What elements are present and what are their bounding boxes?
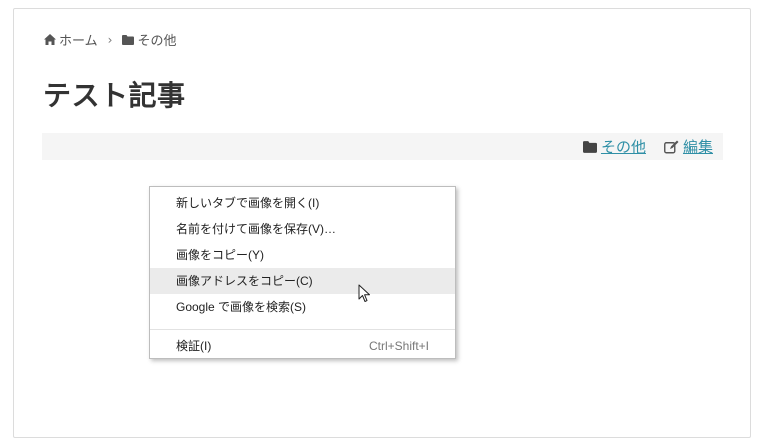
breadcrumb-separator: › xyxy=(107,32,113,47)
folder-icon xyxy=(582,140,597,153)
menu-item-label: 検証(I) xyxy=(176,339,212,353)
menu-copy-image[interactable]: 画像をコピー(Y) xyxy=(150,242,455,268)
page-title: テスト記事 xyxy=(43,79,186,112)
breadcrumb-home[interactable]: ホーム xyxy=(44,30,98,49)
menu-copy-image-address[interactable]: 画像アドレスをコピー(C) xyxy=(150,268,455,294)
mouse-pointer-icon xyxy=(358,284,372,308)
folder-icon xyxy=(122,34,135,45)
category-meta: その他 xyxy=(582,136,646,157)
menu-open-image-new-tab[interactable]: 新しいタブで画像を開く(I) xyxy=(150,190,455,216)
menu-search-image-google[interactable]: Google で画像を検索(S) xyxy=(150,294,455,320)
article-meta-bar: その他 編集 xyxy=(42,133,723,160)
menu-inspect[interactable]: 検証(I) Ctrl+Shift+I xyxy=(150,333,455,359)
menu-item-label: 名前を付けて画像を保存(V)… xyxy=(176,222,336,236)
menu-item-label: Google で画像を検索(S) xyxy=(176,300,307,314)
context-menu: 新しいタブで画像を開く(I) 名前を付けて画像を保存(V)… 画像をコピー(Y)… xyxy=(149,186,456,359)
edit-meta: 編集 xyxy=(664,136,713,157)
menu-save-image-as[interactable]: 名前を付けて画像を保存(V)… xyxy=(150,216,455,242)
edit-icon xyxy=(664,140,679,154)
edit-link[interactable]: 編集 xyxy=(683,136,713,157)
menu-item-label: 新しいタブで画像を開く(I) xyxy=(176,196,320,210)
menu-item-label: 画像をコピー(Y) xyxy=(176,248,264,262)
menu-item-label: 画像アドレスをコピー(C) xyxy=(176,274,313,288)
breadcrumb-home-label: ホーム xyxy=(59,34,98,49)
home-icon xyxy=(44,34,56,45)
breadcrumb: ホーム › その他 xyxy=(44,30,176,49)
breadcrumb-category[interactable]: その他 xyxy=(122,30,176,49)
menu-item-shortcut: Ctrl+Shift+I xyxy=(368,339,429,353)
category-link[interactable]: その他 xyxy=(601,136,646,157)
breadcrumb-category-label: その他 xyxy=(137,34,177,49)
menu-divider xyxy=(150,329,455,330)
